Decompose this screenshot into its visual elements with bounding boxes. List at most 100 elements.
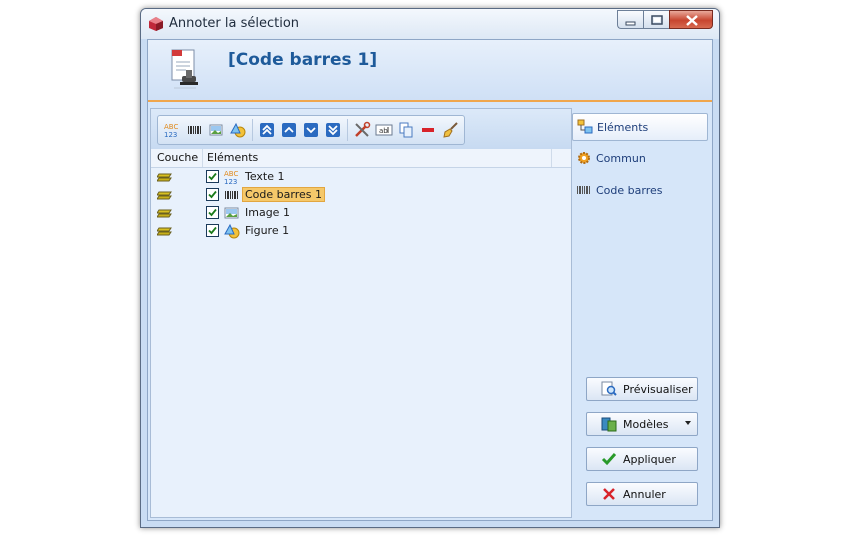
nav-label-commun: Commun: [596, 151, 646, 165]
delete-button[interactable]: [417, 119, 439, 141]
nav-label-code-barres: Code barres: [596, 183, 663, 197]
move-down-button[interactable]: [300, 119, 322, 141]
visibility-checkbox[interactable]: [206, 206, 219, 219]
move-to-top-button[interactable]: [256, 119, 278, 141]
elements-toolbar: ABC 123 ab: [157, 115, 465, 145]
layer-icon: [157, 191, 172, 200]
maximize-icon: [651, 15, 663, 25]
checkmark-icon: [208, 226, 217, 235]
element-label: Image 1: [245, 206, 290, 219]
close-button[interactable]: [669, 10, 713, 29]
rename-button[interactable]: ab: [373, 119, 395, 141]
double-chevron-up-icon: [260, 123, 274, 137]
preview-label: Prévisualiser: [623, 382, 693, 396]
visibility-checkbox[interactable]: [206, 188, 219, 201]
chevron-up-icon: [282, 123, 296, 137]
header-title: [Code barres 1]: [228, 50, 378, 70]
nav-item-commun[interactable]: Commun: [572, 145, 708, 171]
visibility-checkbox[interactable]: [206, 170, 219, 183]
element-label: Figure 1: [245, 224, 290, 237]
layer-icon: [157, 173, 172, 182]
move-to-bottom-button[interactable]: [322, 119, 344, 141]
window-title: Annoter la sélection: [169, 16, 300, 31]
checkmark-icon: [208, 208, 217, 217]
add-image-button[interactable]: [205, 119, 227, 141]
dialog-client: [Code barres 1] ABC 123 ab Couche Elémen…: [147, 39, 713, 521]
dialog-window: Annoter la sélection [Code barres 1] ABC…: [140, 8, 720, 528]
cancel-label: Annuler: [623, 487, 666, 501]
svg-text:123: 123: [224, 178, 237, 185]
list-header: Couche Eléments: [151, 149, 571, 168]
chevron-down-icon: [304, 123, 318, 137]
rename-field-icon: ab: [375, 124, 393, 136]
apply-button[interactable]: Appliquer: [586, 447, 698, 471]
nav-item-elements[interactable]: Eléments: [572, 113, 708, 141]
close-icon: [686, 15, 698, 26]
remove-icon: [422, 128, 434, 132]
brush-icon: [443, 122, 458, 138]
barcode-icon: [225, 191, 238, 199]
preview-magnifier-icon: [601, 381, 617, 397]
text-abc-icon: ABC123: [164, 123, 178, 139]
column-divider[interactable]: [202, 149, 203, 167]
add-shape-button[interactable]: [227, 119, 249, 141]
preview-button[interactable]: Prévisualiser: [586, 377, 698, 401]
list-item[interactable]: Image 1: [151, 204, 571, 222]
image-icon: [224, 207, 239, 219]
list-item[interactable]: Figure 1: [151, 222, 571, 240]
models-label: Modèles: [623, 417, 669, 431]
list-item[interactable]: ABC 123 Texte 1: [151, 168, 571, 186]
text-abc-icon: ABC123: [224, 170, 238, 185]
gear-icon: [576, 150, 592, 166]
apply-label: Appliquer: [623, 452, 676, 466]
svg-text:123: 123: [164, 131, 177, 139]
clear-button[interactable]: [439, 119, 461, 141]
right-panel: Eléments Commun Code barres Prévisualise…: [572, 108, 712, 518]
elements-tree-icon: [577, 119, 593, 135]
chevron-down-icon: [685, 421, 691, 425]
order-group: [256, 119, 348, 141]
minimize-icon: [625, 21, 636, 26]
add-element-group: ABC 123: [161, 119, 253, 141]
maximize-button[interactable]: [643, 10, 669, 29]
copy-icon: [399, 122, 413, 138]
list-item[interactable]: Code barres 1: [151, 186, 571, 204]
svg-text:ab: ab: [379, 127, 388, 135]
annotate-document-icon: [171, 49, 198, 89]
element-label-selected: Code barres 1: [242, 187, 325, 202]
dialog-header: [Code barres 1]: [148, 40, 712, 102]
element-label: Texte 1: [245, 170, 285, 183]
add-barcode-button[interactable]: [183, 119, 205, 141]
tools-icon: [355, 121, 371, 137]
shape-icon: [230, 122, 246, 138]
add-text-button[interactable]: ABC 123: [161, 119, 183, 141]
svg-text:ABC: ABC: [164, 123, 178, 131]
minimize-button[interactable]: [617, 10, 643, 29]
checkmark-icon: [208, 190, 217, 199]
column-header-layer[interactable]: Couche: [157, 151, 198, 164]
app-icon: [149, 17, 163, 31]
svg-text:ABC: ABC: [224, 170, 238, 178]
cancel-button[interactable]: Annuler: [586, 482, 698, 506]
column-divider[interactable]: [551, 149, 552, 167]
window-controls: [617, 10, 713, 29]
move-up-button[interactable]: [278, 119, 300, 141]
column-header-elements[interactable]: Eléments: [207, 151, 258, 164]
layer-icon: [157, 227, 172, 236]
close-icon: [601, 486, 617, 502]
double-chevron-down-icon: [326, 123, 340, 137]
layer-icon: [157, 209, 172, 218]
models-dropdown-button[interactable]: Modèles: [586, 412, 698, 436]
properties-button[interactable]: [351, 119, 373, 141]
barcode-icon: [576, 182, 592, 198]
visibility-checkbox[interactable]: [206, 224, 219, 237]
shape-icon: [224, 223, 240, 239]
duplicate-button[interactable]: [395, 119, 417, 141]
barcode-icon: [188, 126, 201, 134]
nav-item-code-barres[interactable]: Code barres: [572, 177, 708, 203]
toolbar-area: ABC 123 ab: [151, 109, 571, 150]
elements-list: Couche Eléments ABC 123 Texte 1 Code barr…: [151, 149, 571, 517]
models-icon: [601, 416, 617, 432]
title-bar[interactable]: Annoter la sélection: [141, 9, 719, 39]
elements-panel: ABC 123 ab Couche Eléments ABC 123 Texte…: [150, 108, 572, 518]
